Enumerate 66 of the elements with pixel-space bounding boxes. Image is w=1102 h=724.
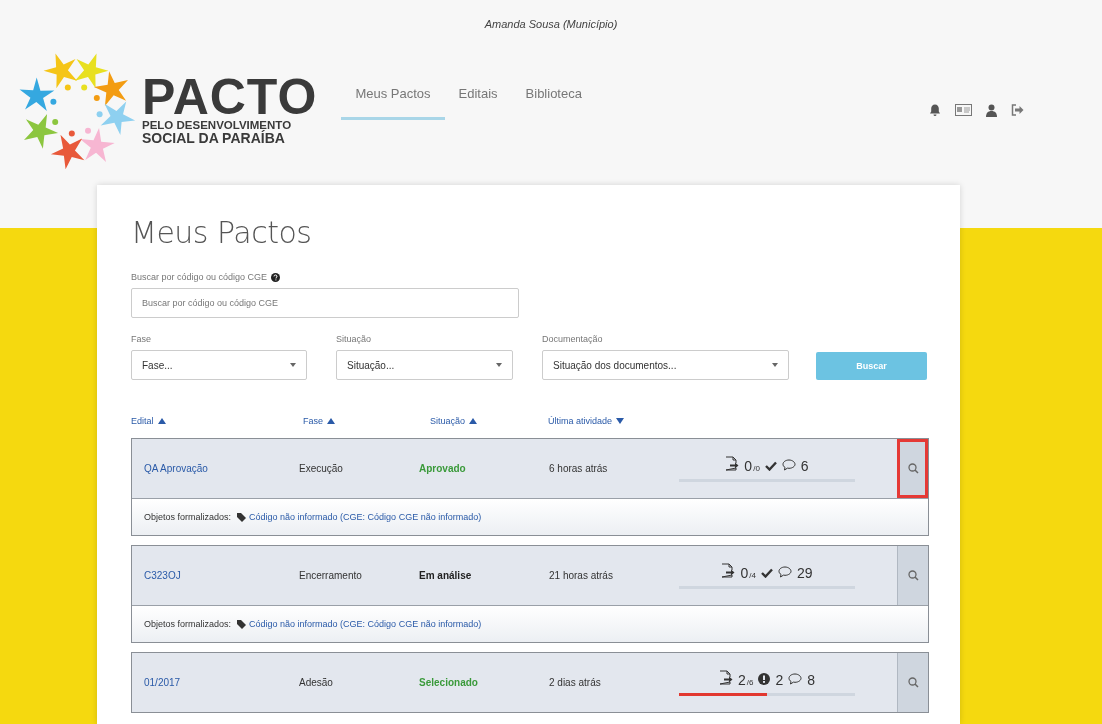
comment-count: 8 [807,671,816,688]
logo-subtitle: PELO DESENVOLVIMENTO [142,118,293,131]
document-total: /0 [753,463,760,473]
sort-link[interactable]: Fase [303,416,323,426]
comment-icon [777,565,792,578]
help-icon[interactable] [271,272,281,282]
logo-title: PACTO [142,74,318,119]
document-total: /6 [746,677,754,687]
filter-dropdown[interactable]: Situação dos documentos... [542,350,789,380]
caret-icon [290,363,296,367]
logout-icon[interactable] [1011,104,1024,116]
filter-label: Fase [131,333,152,346]
sort-link[interactable]: Situação [430,416,466,426]
situacao-text: Em análise [419,569,473,583]
activity-time: 2 dias atrás [549,676,602,690]
situacao-text: Aprovado [419,462,467,476]
alert-count: 2 [775,671,784,688]
caret-icon [496,363,502,367]
comment-icon [781,458,796,471]
page-title: Meus Pactos [131,215,313,250]
sort-link[interactable]: Última atividade [548,416,613,426]
search-field[interactable]: Buscar por código ou código CGE [131,288,519,318]
document-count: 0 [744,457,753,474]
document-icon [721,562,736,578]
caret-icon [772,363,778,367]
nav-tab[interactable]: Meus Pactos [341,82,445,120]
search-icon [907,570,919,581]
field-label: Buscar por código ou código CGE [131,272,268,282]
bell-icon[interactable] [929,103,941,117]
pacto-code-link[interactable]: C323OJ [132,546,299,605]
document-icon [718,669,733,685]
filter-dropdown[interactable]: Fase... [131,350,307,380]
fase-text: Encerramento [299,569,363,583]
nav-tab[interactable]: Editais [444,82,512,120]
document-count: 0 [740,564,749,581]
document-total: /4 [749,570,756,580]
filter-dropdown[interactable]: Situação... [336,350,513,380]
fase-text: Execução [299,462,344,476]
search-icon [907,677,919,688]
fase-text: Adesão [299,676,334,690]
user-name: Amanda Sousa (Município) [483,17,619,32]
activity-time: 21 horas atrás [549,569,614,583]
filter-label: Documentação [542,333,604,346]
situacao-text: Selecionado [419,676,479,690]
comment-count: 6 [800,457,809,474]
comment-icon [788,672,803,685]
objetos-label: Objetos formalizados: [144,512,232,522]
logo-subtitle: SOCIAL DA PARAÍBA [142,130,286,146]
document-count: 2 [737,671,746,688]
tag-icon [237,512,247,522]
user-icon[interactable] [986,103,997,117]
filter-label: Situação [336,333,373,346]
objetos-label: Objetos formalizados: [144,619,232,629]
comment-count: 29 [796,564,813,581]
objeto-link[interactable]: Código não informado (CGE: Código CGE não informado) [237,512,482,522]
objeto-link[interactable]: Código não informado (CGE: Código CGE não informado) [237,619,482,629]
search-icon [907,463,919,474]
search-button[interactable] [897,439,928,498]
id-card-icon[interactable] [955,104,972,116]
sort-link[interactable]: Edital [131,416,154,426]
pacto-code-link[interactable]: QA Aprovação [132,439,299,498]
pacto-code-link[interactable]: 01/2017 [132,653,299,712]
nav-tab[interactable]: Biblioteca [511,82,596,120]
document-icon [725,455,740,471]
tag-icon [237,619,247,629]
activity-time: 6 horas atrás [549,462,609,476]
